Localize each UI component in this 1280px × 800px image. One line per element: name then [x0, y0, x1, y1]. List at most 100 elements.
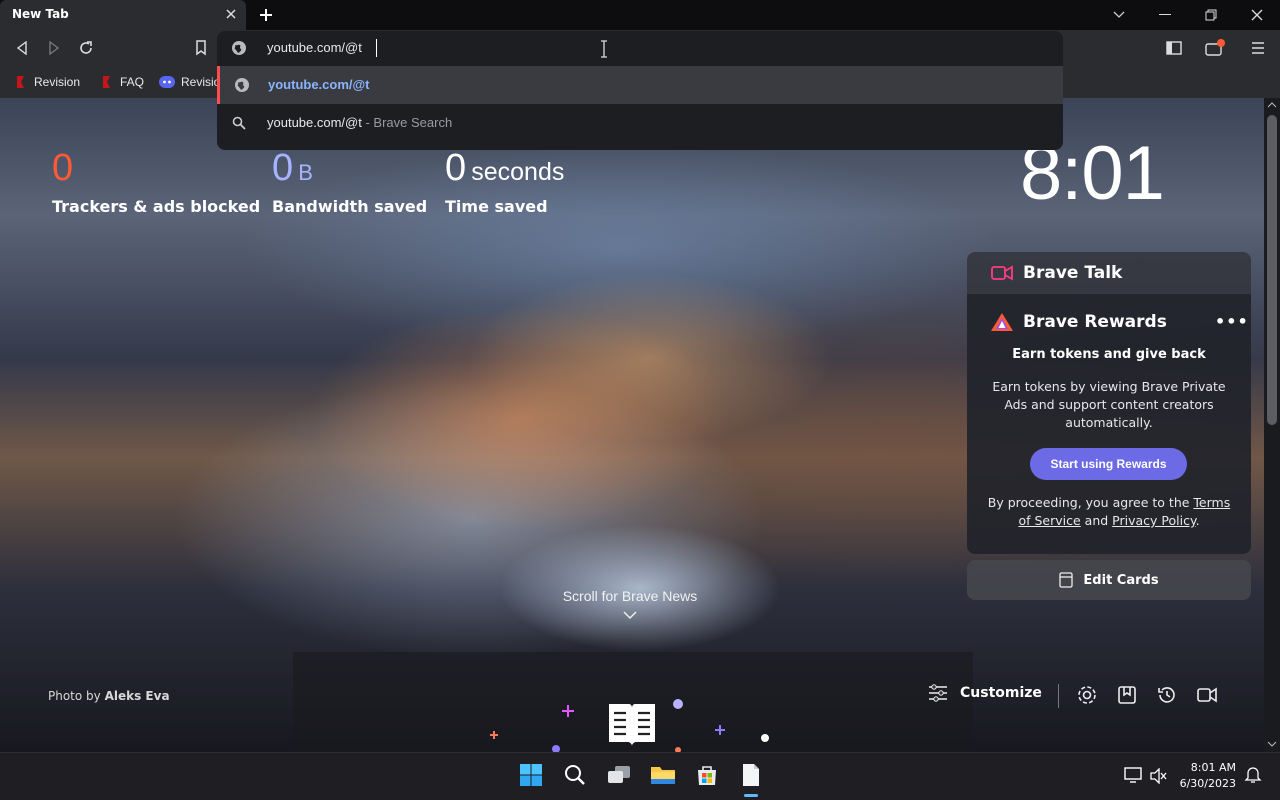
restore-icon[interactable]: [1188, 0, 1234, 30]
window-close-icon[interactable]: [1234, 0, 1280, 30]
globe-icon: [232, 41, 246, 55]
history-icon[interactable]: [1156, 684, 1178, 706]
sidebar-icon[interactable]: [1163, 37, 1185, 59]
scroll-down-icon[interactable]: [1267, 740, 1277, 748]
start-using-rewards-button[interactable]: Start using Rewards: [1030, 448, 1187, 480]
bookmark-revision[interactable]: Revision: [14, 72, 80, 92]
bookmarks-bar: Revision FAQ Revisio: [0, 66, 220, 98]
faq-logo-icon: [103, 76, 110, 88]
trackers-label: Trackers & ads blocked: [52, 197, 261, 216]
active-app-indicator: [744, 794, 758, 797]
scrollbar-thumb[interactable]: [1267, 115, 1277, 425]
edit-cards-button[interactable]: Edit Cards: [967, 560, 1251, 600]
brave-talk-title: Brave Talk: [1023, 263, 1123, 283]
notepad-document-icon[interactable]: [738, 762, 764, 788]
settings-gear-icon[interactable]: [1076, 684, 1098, 706]
wallet-icon[interactable]: [1204, 37, 1226, 59]
brave-rewards-card: Brave Rewards ••• Earn tokens and give b…: [967, 294, 1251, 554]
time-unit: seconds: [471, 158, 565, 186]
forward-icon[interactable]: [43, 37, 65, 59]
bookmark-faq[interactable]: FAQ: [100, 72, 144, 92]
tab-search-chevron-icon[interactable]: [1096, 0, 1142, 30]
bandwidth-label: Bandwidth saved: [272, 197, 428, 216]
bookmark-label: Revisio: [181, 75, 221, 89]
task-view-icon[interactable]: [606, 762, 632, 788]
bookmark-label: FAQ: [120, 75, 145, 89]
bookmarks-bar-right: [1063, 66, 1280, 98]
rewards-heading: Earn tokens and give back: [1012, 347, 1206, 362]
taskbar-search-icon[interactable]: [562, 762, 588, 788]
text-cursor-icon: [601, 40, 607, 58]
revision-logo-icon: [17, 76, 24, 88]
terms-prefix: By proceeding, you agree to the: [987, 495, 1194, 510]
time-value: 0: [445, 147, 467, 189]
photo-credit-prefix: Photo by: [48, 689, 105, 703]
scroll-up-icon[interactable]: [1267, 101, 1277, 109]
volume-muted-icon[interactable]: [1150, 768, 1168, 784]
suggestion-suffix: - Brave Search: [361, 115, 453, 130]
photo-credit: Photo by Aleks Eva: [48, 689, 170, 703]
omnibox-suggestions: youtube.com/@t youtube.com/@t - Brave Se…: [217, 66, 1063, 150]
taskbar-clock[interactable]: 8:01 AM 6/30/2023: [1172, 760, 1236, 792]
suggestion-query: youtube.com/@t: [267, 115, 362, 130]
customize-label: Customize: [960, 685, 1042, 701]
rewards-body: Earn tokens by viewing Brave Private Ads…: [992, 379, 1226, 430]
suggestion-text: youtube.com/@t - Brave Search: [267, 115, 452, 130]
stat-trackers: 0 Trackers & ads blocked: [52, 145, 260, 216]
bookmark-icon[interactable]: [190, 37, 212, 59]
suggestion-url[interactable]: youtube.com/@t: [217, 66, 1063, 104]
video-camera-icon: [991, 265, 1013, 281]
bandwidth-unit: B: [298, 160, 313, 185]
stat-time: 0 seconds Time saved: [445, 145, 564, 216]
notifications-icon[interactable]: [1244, 766, 1262, 784]
photo-credit-author[interactable]: Aleks Eva: [105, 689, 170, 703]
terms-suffix: .: [1195, 513, 1200, 528]
address-bar[interactable]: youtube.com/@t: [217, 31, 1063, 66]
address-input[interactable]: youtube.com/@t: [267, 40, 362, 55]
bookmark-discord[interactable]: Revisio: [159, 72, 220, 92]
suggestion-text: youtube.com/@t: [268, 77, 370, 92]
tab-title: New Tab: [12, 7, 69, 21]
brave-news-book-icon[interactable]: [606, 700, 658, 750]
start-windows-icon[interactable]: [518, 762, 544, 788]
bottom-divider: [1058, 684, 1059, 708]
trackers-count: 0: [52, 147, 74, 189]
new-tab-plus-icon[interactable]: [256, 5, 276, 25]
tab-close-icon[interactable]: [222, 5, 240, 23]
taskbar-time: 8:01 AM: [1190, 761, 1236, 774]
taskbar-date: 6/30/2023: [1179, 777, 1236, 790]
suggestion-search[interactable]: youtube.com/@t - Brave Search: [217, 104, 1063, 144]
back-icon[interactable]: [11, 37, 33, 59]
scroll-for-news-label: Scroll for Brave News: [562, 588, 698, 604]
terms-and: and: [1080, 513, 1113, 528]
globe-icon: [235, 78, 249, 92]
scroll-for-news[interactable]: Scroll for Brave News: [530, 588, 730, 623]
reload-icon[interactable]: [75, 37, 97, 59]
time-label: Time saved: [445, 197, 548, 216]
brave-talk-card[interactable]: Brave Talk: [967, 252, 1251, 294]
more-options-icon[interactable]: •••: [1215, 312, 1249, 331]
windows-taskbar: [0, 752, 1280, 800]
file-explorer-icon[interactable]: [650, 762, 676, 788]
microsoft-store-icon[interactable]: [694, 762, 720, 788]
tab-new-tab[interactable]: New Tab: [0, 0, 246, 30]
menu-icon[interactable]: [1247, 37, 1269, 59]
rewards-terms: By proceeding, you agree to the Terms of…: [987, 494, 1231, 530]
chevron-down-icon: [623, 611, 637, 620]
minimize-icon[interactable]: [1142, 0, 1188, 30]
bandwidth-value: 0: [272, 147, 294, 189]
customize-button[interactable]: Customize: [928, 684, 1042, 702]
bookmark-label: Revision: [34, 75, 81, 89]
privacy-policy-link[interactable]: Privacy Policy: [1112, 513, 1195, 528]
search-icon: [232, 116, 246, 130]
stat-bandwidth: 0 B Bandwidth saved: [272, 145, 427, 216]
brave-rewards-title: Brave Rewards: [1023, 312, 1167, 332]
brave-talk-icon[interactable]: [1196, 684, 1218, 706]
edit-cards-label: Edit Cards: [1083, 572, 1159, 588]
network-icon[interactable]: [1124, 767, 1142, 783]
sliders-icon: [929, 684, 947, 702]
text-caret: [376, 39, 377, 57]
brave-rewards-logo-icon: [991, 313, 1013, 331]
edit-cards-icon: [1059, 572, 1074, 588]
bookmarks-manager-icon[interactable]: [1116, 684, 1138, 706]
